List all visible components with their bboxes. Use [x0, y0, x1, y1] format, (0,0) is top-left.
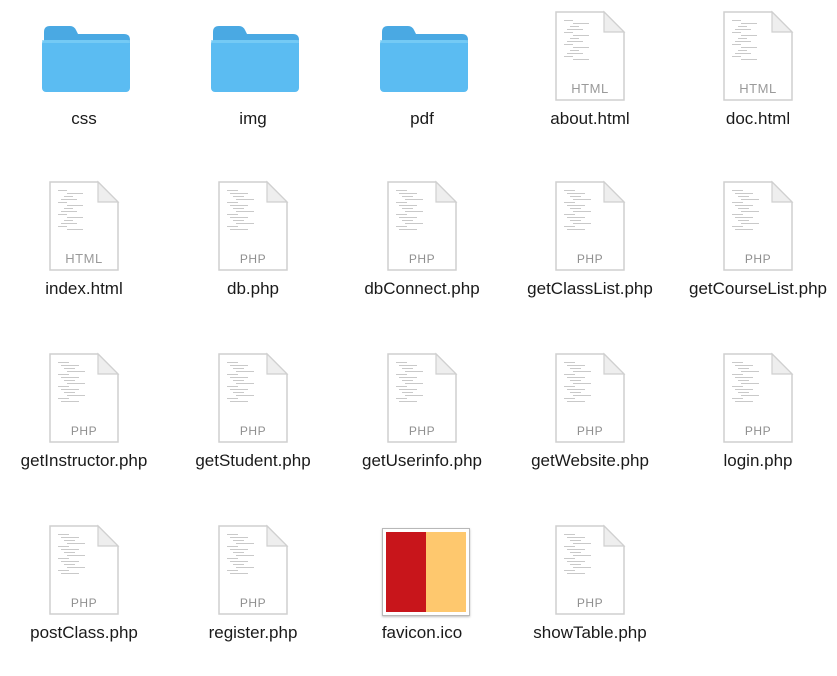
file-type-tag: HTML	[739, 81, 777, 96]
php-file-icon[interactable]: PHP	[173, 514, 333, 615]
file-item[interactable]: PHP register.php	[173, 514, 333, 676]
file-name-label: login.php	[723, 451, 793, 470]
php-file-icon[interactable]: PHP	[678, 170, 837, 271]
file-name-label: img	[239, 109, 267, 128]
php-file-icon[interactable]: PHP	[510, 342, 670, 443]
file-item[interactable]: HTML doc.html	[678, 0, 837, 162]
folder-icon[interactable]	[4, 0, 164, 92]
file-name-label: getClassList.php	[527, 279, 653, 298]
file-name-label: register.php	[208, 623, 298, 642]
php-file-icon[interactable]: PHP	[678, 342, 837, 443]
file-name-label: favicon.ico	[381, 623, 463, 642]
php-file-icon[interactable]: PHP	[342, 342, 502, 443]
file-name-label: showTable.php	[533, 623, 647, 642]
file-type-tag: PHP	[70, 596, 98, 610]
file-grid: css img pdf HTML about.html HTML doc.html HTML i…	[0, 0, 837, 654]
file-name-label: css	[71, 109, 97, 128]
file-item[interactable]: PHP getCourseList.php	[678, 170, 837, 332]
file-type-tag: PHP	[576, 424, 604, 438]
favicon-image-icon[interactable]	[342, 514, 502, 616]
file-name-label: index.html	[45, 279, 123, 298]
html-file-icon[interactable]: HTML	[510, 0, 670, 101]
file-type-tag: PHP	[744, 424, 772, 438]
file-item[interactable]: PHP postClass.php	[4, 514, 164, 676]
file-type-tag: PHP	[70, 424, 98, 438]
php-file-icon[interactable]: PHP	[342, 170, 502, 271]
file-item[interactable]: favicon.ico	[342, 514, 502, 676]
file-type-tag: PHP	[239, 596, 267, 610]
php-file-icon[interactable]: PHP	[4, 514, 164, 615]
file-type-tag: HTML	[65, 251, 103, 266]
file-item[interactable]: PHP getStudent.php	[173, 342, 333, 504]
file-item[interactable]: HTML index.html	[4, 170, 164, 332]
php-file-icon[interactable]: PHP	[173, 342, 333, 443]
file-item[interactable]: PHP getClassList.php	[510, 170, 670, 332]
folder-icon[interactable]	[173, 0, 333, 92]
file-type-tag: HTML	[571, 81, 609, 96]
file-name-label: about.html	[550, 109, 630, 128]
file-item[interactable]: PHP showTable.php	[510, 514, 670, 676]
file-item[interactable]: img	[173, 0, 333, 162]
file-name-label: getStudent.php	[195, 451, 311, 470]
file-item[interactable]: PHP getUserinfo.php	[342, 342, 502, 504]
file-type-tag: PHP	[744, 252, 772, 266]
file-item[interactable]: PHP login.php	[678, 342, 837, 504]
php-file-icon[interactable]: PHP	[510, 514, 670, 615]
file-type-tag: PHP	[239, 252, 267, 266]
file-name-label: getUserinfo.php	[361, 451, 483, 470]
file-name-label: getWebsite.php	[531, 451, 649, 470]
file-item[interactable]: PHP db.php	[173, 170, 333, 332]
file-type-tag: PHP	[239, 424, 267, 438]
file-type-tag: PHP	[408, 424, 436, 438]
file-name-label: postClass.php	[30, 623, 138, 642]
file-name-label: db.php	[227, 279, 279, 298]
file-type-tag: PHP	[408, 252, 436, 266]
php-file-icon[interactable]: PHP	[4, 342, 164, 443]
file-type-tag: PHP	[576, 596, 604, 610]
file-item[interactable]: PHP dbConnect.php	[342, 170, 502, 332]
file-name-label: doc.html	[725, 109, 791, 128]
file-item[interactable]: PHP getInstructor.php	[4, 342, 164, 504]
folder-icon[interactable]	[342, 0, 502, 92]
file-type-tag: PHP	[576, 252, 604, 266]
file-name-label: pdf	[410, 109, 434, 128]
file-name-label: dbConnect.php	[364, 279, 480, 298]
file-item[interactable]: css	[4, 0, 164, 162]
file-item[interactable]: HTML about.html	[510, 0, 670, 162]
html-file-icon[interactable]: HTML	[4, 170, 164, 271]
file-name-label: getCourseList.php	[689, 279, 827, 298]
php-file-icon[interactable]: PHP	[510, 170, 670, 271]
file-item[interactable]: pdf	[342, 0, 502, 162]
php-file-icon[interactable]: PHP	[173, 170, 333, 271]
file-name-label: getInstructor.php	[20, 451, 148, 470]
html-file-icon[interactable]: HTML	[678, 0, 837, 101]
file-item[interactable]: PHP getWebsite.php	[510, 342, 670, 504]
